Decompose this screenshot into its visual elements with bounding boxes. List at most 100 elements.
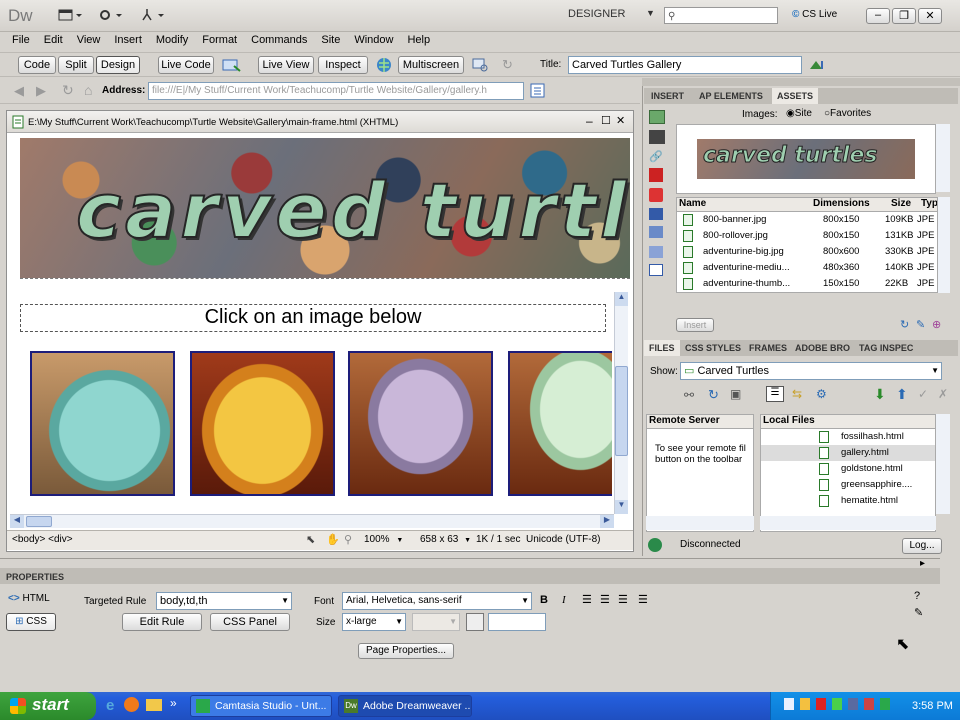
help-search-input[interactable]: ⚲: [664, 7, 778, 24]
doc-close-icon[interactable]: ✕: [616, 114, 625, 127]
refresh-files-icon[interactable]: ↻: [708, 387, 719, 403]
tab-ap-elements[interactable]: AP ELEMENTS: [694, 88, 768, 104]
favorites-radio[interactable]: ○Favorites: [824, 108, 871, 119]
visual-aids-icon[interactable]: [472, 57, 490, 73]
tag-selector[interactable]: <body> <div>: [12, 534, 73, 545]
menu-insert[interactable]: Insert: [114, 34, 142, 46]
help-icon[interactable]: ?: [914, 590, 920, 602]
doc-vertical-scrollbar[interactable]: ▲ ▼: [614, 292, 628, 514]
asset-row[interactable]: 800-banner.jpg 800x150 109KB JPE: [677, 212, 937, 228]
colors-category-icon[interactable]: [649, 130, 665, 144]
col-size[interactable]: Size: [891, 198, 911, 209]
quick-tag-editor-icon[interactable]: ✎: [914, 606, 923, 619]
checkout-icon[interactable]: ⚙: [816, 387, 827, 401]
local-file-row[interactable]: hematite.html: [761, 493, 935, 509]
split-view-button[interactable]: Split: [58, 56, 94, 74]
refresh-assets-icon[interactable]: ↻: [900, 318, 909, 331]
menu-file[interactable]: File: [12, 34, 30, 46]
assets-table-scrollbar[interactable]: [938, 197, 950, 293]
remote-hscroll[interactable]: [646, 516, 754, 530]
menu-modify[interactable]: Modify: [156, 34, 188, 46]
tab-files[interactable]: FILES: [644, 340, 680, 356]
local-hscroll[interactable]: [760, 516, 936, 530]
window-size-select[interactable]: 658 x 63 ▼: [420, 534, 471, 545]
file-management-icon[interactable]: [808, 57, 828, 73]
doc-minimize-icon[interactable]: –: [586, 114, 593, 128]
site-select[interactable]: ▭ Carved Turtles ▼: [680, 362, 942, 380]
align-right-icon[interactable]: ☰: [618, 593, 628, 606]
back-icon[interactable]: ◀: [14, 83, 24, 99]
site-manager-icon[interactable]: [140, 8, 168, 22]
connect-icon[interactable]: ⚯: [684, 388, 694, 402]
local-file-row[interactable]: gallery.html: [761, 445, 935, 461]
log-button[interactable]: Log...: [902, 538, 942, 554]
tray-icons[interactable]: [784, 698, 904, 714]
hscroll-thumb[interactable]: [26, 516, 52, 527]
color-swatch[interactable]: [466, 613, 484, 631]
scroll-up-icon[interactable]: ▲: [615, 292, 628, 306]
thumb-turtle-aqua[interactable]: [30, 351, 175, 496]
zoom-tool-icon[interactable]: ⚲: [344, 533, 352, 546]
scroll-right-icon[interactable]: ▶: [600, 515, 614, 528]
local-file-row[interactable]: greensapphire....: [761, 477, 935, 493]
refresh-icon[interactable]: ↻: [502, 57, 516, 73]
size-unit-select[interactable]: ▼: [412, 613, 460, 631]
live-view-button[interactable]: Live View: [258, 56, 314, 74]
check-in-icon[interactable]: ✓: [918, 387, 928, 401]
tab-assets[interactable]: ASSETS: [772, 88, 819, 104]
quicklaunch-firefox-icon[interactable]: [124, 697, 139, 712]
doc-restore-icon[interactable]: ☐: [601, 114, 611, 127]
title-input[interactable]: Carved Turtles Gallery: [568, 56, 802, 74]
col-dimensions[interactable]: Dimensions: [813, 198, 870, 209]
css-panel-button[interactable]: CSS Panel: [210, 613, 290, 631]
local-file-row[interactable]: goldstone.html: [761, 461, 935, 477]
taskbar-dreamweaver[interactable]: Dw Adobe Dreamweaver ...: [338, 695, 472, 717]
cs-live-button[interactable]: © CS Live: [792, 9, 854, 23]
code-view-button[interactable]: Code: [18, 56, 56, 74]
images-category-icon[interactable]: [649, 110, 665, 124]
local-header[interactable]: Local Files: [761, 415, 935, 429]
add-favorite-icon[interactable]: ⊕: [932, 318, 941, 331]
size-select[interactable]: x-large ▼: [342, 613, 406, 631]
thumb-turtle-amber[interactable]: [190, 351, 335, 496]
library-category-icon[interactable]: [649, 264, 663, 276]
view-site-files-icon[interactable]: ▣: [730, 387, 741, 401]
multiscreen-button[interactable]: Multiscreen: [398, 56, 464, 74]
thumb-turtle-jade[interactable]: [508, 351, 612, 496]
italic-icon[interactable]: I: [562, 594, 566, 606]
preview-scrollbar[interactable]: [936, 124, 950, 192]
tab-frames[interactable]: FRAMES: [744, 340, 792, 356]
design-view-button[interactable]: Design: [96, 56, 140, 74]
thumb-turtle-amethyst[interactable]: [348, 351, 493, 496]
col-type[interactable]: Typ: [921, 198, 937, 209]
edit-asset-icon[interactable]: ✎: [916, 318, 925, 331]
quicklaunch-more-icon[interactable]: »: [170, 696, 177, 710]
quicklaunch-ie-icon[interactable]: e: [106, 697, 114, 714]
asset-row[interactable]: 800-rollover.jpg 800x150 131KB JPE: [677, 228, 937, 244]
quicklaunch-folder-icon[interactable]: [146, 699, 162, 711]
swf-category-icon[interactable]: [649, 168, 663, 182]
taskbar-camtasia[interactable]: Camtasia Studio - Unt...: [190, 695, 332, 717]
expand-files-icon[interactable]: ☰: [766, 386, 784, 402]
tab-insert[interactable]: INSERT: [646, 88, 689, 104]
page-properties-button[interactable]: Page Properties...: [358, 643, 454, 659]
tab-adobe-browserlab[interactable]: ADOBE BRO: [790, 340, 855, 356]
select-tool-icon[interactable]: ⬉: [306, 533, 315, 546]
close-button[interactable]: ✕: [918, 8, 942, 24]
put-files-icon[interactable]: ⬆: [896, 386, 908, 403]
insert-asset-button[interactable]: Insert: [676, 318, 714, 332]
align-left-icon[interactable]: ☰: [582, 593, 592, 606]
local-vscroll[interactable]: [936, 414, 950, 514]
menu-format[interactable]: Format: [202, 34, 237, 46]
panel-options-icon[interactable]: ▸: [920, 558, 925, 569]
targeted-rule-select[interactable]: body,td,th ▼: [156, 592, 292, 610]
address-input[interactable]: file:///E|/My Stuff/Current Work/Teachuc…: [148, 82, 524, 100]
menu-window[interactable]: Window: [354, 34, 393, 46]
site-radio[interactable]: ◉Site: [786, 108, 812, 119]
browse-icon[interactable]: [530, 83, 550, 99]
tab-css-styles[interactable]: CSS STYLES: [680, 340, 746, 356]
refresh-nav-icon[interactable]: ↻: [62, 82, 74, 99]
asset-row[interactable]: adventurine-thumb... 150x150 22KB JPE: [677, 276, 937, 292]
workspace-switcher[interactable]: DESIGNER ▼: [568, 8, 658, 24]
check-out-icon[interactable]: ✗: [938, 387, 948, 401]
